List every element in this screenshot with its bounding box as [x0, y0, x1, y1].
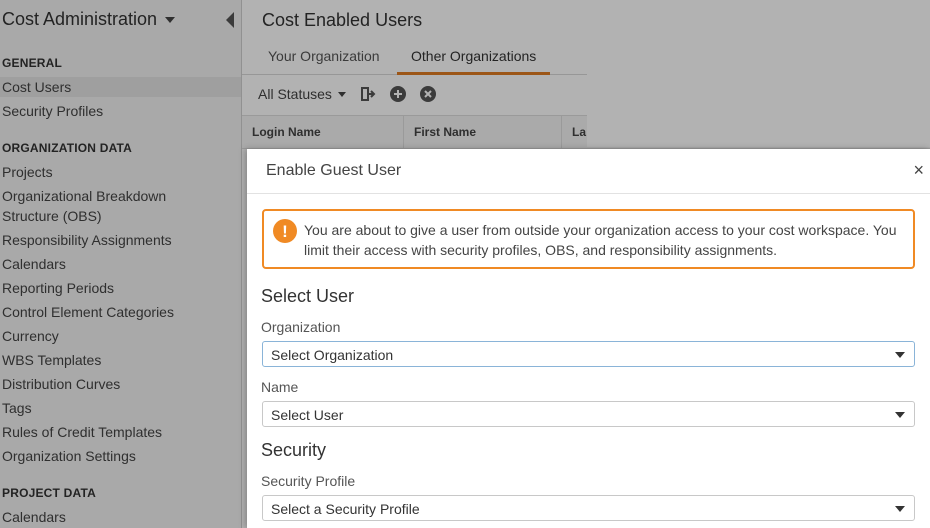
- security-profile-select-value: Select a Security Profile: [271, 501, 420, 517]
- warning-icon: !: [273, 219, 297, 243]
- dialog-header: Enable Guest User ×: [247, 149, 930, 194]
- caret-down-icon: [895, 506, 905, 512]
- enable-guest-user-dialog: Enable Guest User × ! You are about to g…: [247, 149, 930, 528]
- organization-select-value: Select Organization: [271, 347, 394, 363]
- organization-select[interactable]: Select Organization: [262, 341, 915, 367]
- warning-glyph: !: [282, 222, 288, 241]
- warning-alert: ! You are about to give a user from outs…: [262, 209, 915, 269]
- name-select-value: Select User: [271, 407, 344, 423]
- caret-down-icon: [895, 412, 905, 418]
- caret-down-icon: [895, 352, 905, 358]
- warning-text: You are about to give a user from outsid…: [304, 222, 897, 258]
- dialog-title: Enable Guest User: [266, 162, 402, 179]
- security-profile-select[interactable]: Select a Security Profile: [262, 495, 915, 521]
- close-icon[interactable]: ×: [913, 161, 924, 179]
- security-profile-label: Security Profile: [261, 473, 356, 489]
- name-select[interactable]: Select User: [262, 401, 915, 427]
- section-title-security: Security: [261, 440, 327, 460]
- name-label: Name: [261, 379, 299, 395]
- section-title-select-user: Select User: [261, 286, 355, 306]
- organization-label: Organization: [261, 319, 341, 335]
